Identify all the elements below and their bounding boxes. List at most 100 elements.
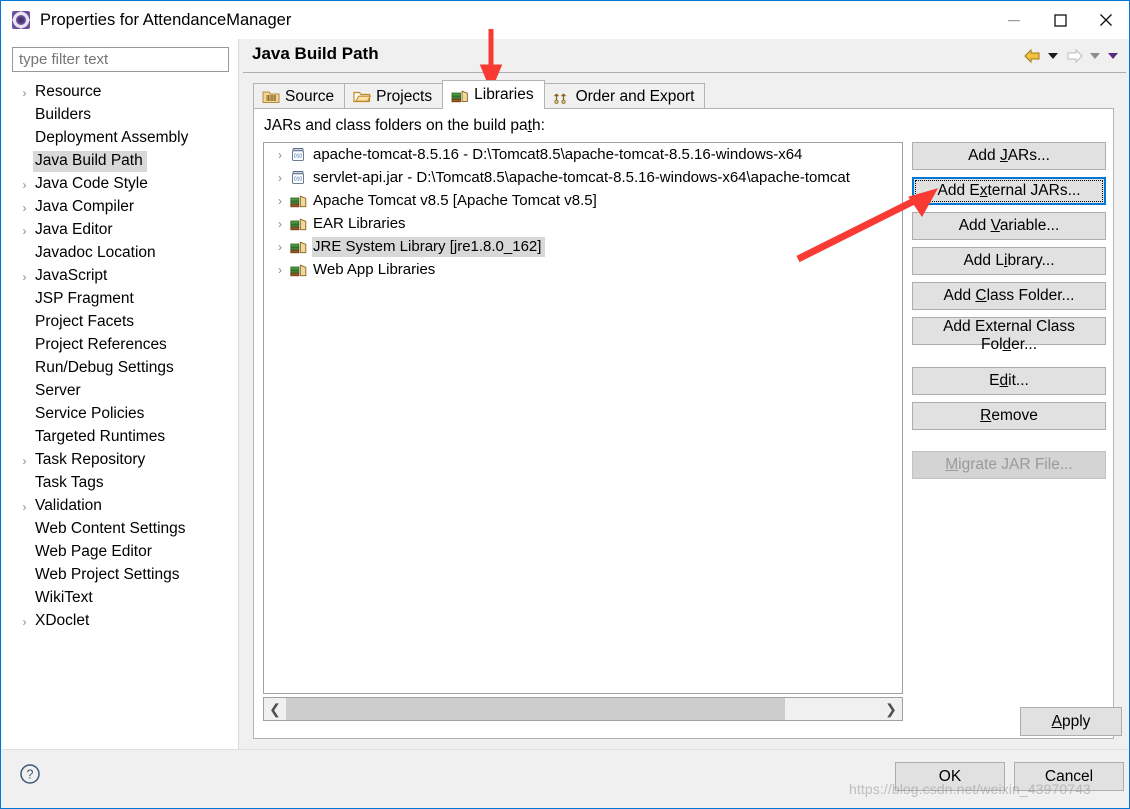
- chevron-right-icon[interactable]: ›: [271, 148, 289, 162]
- sidebar-item-javascript[interactable]: › JavaScript: [2, 265, 239, 288]
- button-mnemonic: M: [945, 456, 959, 473]
- close-button[interactable]: [1083, 1, 1129, 39]
- add-class-folder-button[interactable]: Add Class Folder...: [912, 282, 1106, 310]
- chevron-right-icon[interactable]: ›: [271, 171, 289, 185]
- add-external-jars-button[interactable]: Add External JARs...: [912, 177, 1106, 205]
- sidebar-item-jsp-fragment[interactable]: ›JSP Fragment: [2, 288, 239, 311]
- filter-input[interactable]: [12, 47, 229, 72]
- list-item[interactable]: › 010 apache-tomcat-8.5.16 - D:\Tomcat8.5\…: [264, 143, 902, 166]
- sidebar-item-web-content-settings[interactable]: ›Web Content Settings: [2, 518, 239, 541]
- sidebar-item-java-editor[interactable]: › Java Editor: [2, 219, 239, 242]
- minimize-button[interactable]: [991, 1, 1037, 39]
- library-icon: [289, 216, 307, 232]
- menu-chevron-down-icon[interactable]: [1105, 45, 1121, 67]
- button-label-before: Add: [958, 217, 991, 234]
- chevron-right-icon[interactable]: ›: [271, 217, 289, 231]
- maximize-button[interactable]: [1037, 1, 1083, 39]
- chevron-right-icon[interactable]: ›: [16, 455, 33, 467]
- settings-tree[interactable]: ›Resource›Builders›Deployment Assembly›J…: [2, 81, 239, 747]
- sidebar-item-javadoc-location[interactable]: ›Javadoc Location: [2, 242, 239, 265]
- back-chevron-down-icon[interactable]: [1045, 45, 1061, 67]
- sidebar-item-service-policies[interactable]: ›Service Policies: [2, 403, 239, 426]
- sidebar-item-web-page-editor[interactable]: ›Web Page Editor: [2, 541, 239, 564]
- button-mnemonic: d: [999, 372, 1009, 389]
- sidebar-item-label: WikiText: [35, 589, 93, 606]
- sidebar-item-deployment-assembly[interactable]: ›Deployment Assembly: [2, 127, 239, 150]
- sidebar-item-label: Javadoc Location: [35, 244, 156, 261]
- add-library-button[interactable]: Add Library...: [912, 247, 1106, 275]
- chevron-left-icon[interactable]: ❮: [264, 698, 286, 720]
- sidebar-item-project-facets[interactable]: ›Project Facets: [2, 311, 239, 334]
- chevron-right-icon[interactable]: ❯: [880, 698, 902, 720]
- list-item[interactable]: › 010 servlet-api.jar - D:\Tomcat8.5\apach…: [264, 166, 902, 189]
- sidebar-item-project-references[interactable]: ›Project References: [2, 334, 239, 357]
- back-arrow-icon[interactable]: [1021, 45, 1043, 67]
- tab-source[interactable]: Source: [253, 83, 346, 109]
- sidebar-item-resource[interactable]: › Resource: [2, 81, 239, 104]
- properties-gear-icon: [11, 10, 31, 30]
- forward-chevron-down-icon: [1087, 45, 1103, 67]
- sidebar-item-web-project-settings[interactable]: ›Web Project Settings: [2, 564, 239, 587]
- tab-order-and-export[interactable]: Order and Export: [543, 83, 706, 109]
- button-label-before: Add: [943, 287, 976, 304]
- tab-libraries[interactable]: Libraries: [442, 80, 545, 109]
- list-item[interactable]: › Web App Libraries: [264, 258, 902, 281]
- tab-label: Order and Export: [575, 87, 695, 105]
- button-label-after: it...: [1008, 372, 1029, 389]
- chevron-right-icon[interactable]: ›: [16, 501, 33, 513]
- tab-projects[interactable]: Projects: [344, 83, 444, 109]
- add-variable-button[interactable]: Add Variable...: [912, 212, 1106, 240]
- library-icon: [289, 262, 307, 278]
- sidebar-item-java-code-style[interactable]: › Java Code Style: [2, 173, 239, 196]
- sidebar-item-label: Targeted Runtimes: [35, 428, 166, 445]
- chevron-right-icon[interactable]: ›: [16, 616, 33, 628]
- list-item[interactable]: › EAR Libraries: [264, 212, 902, 235]
- help-question-icon[interactable]: ?: [19, 763, 41, 785]
- sidebar-item-label: JavaScript: [35, 267, 108, 284]
- sidebar-item-xdoclet[interactable]: › XDoclet: [2, 610, 239, 633]
- svg-text:010: 010: [294, 154, 303, 160]
- chevron-right-icon[interactable]: ›: [16, 225, 33, 237]
- chevron-right-icon[interactable]: ›: [16, 202, 33, 214]
- sidebar-item-task-tags[interactable]: ›Task Tags: [2, 472, 239, 495]
- sidebar-item-java-compiler[interactable]: › Java Compiler: [2, 196, 239, 219]
- list-caption-before: JARs and class folders on the build pa: [264, 117, 528, 134]
- sidebar-item-server[interactable]: ›Server: [2, 380, 239, 403]
- sidebar-item-task-repository[interactable]: › Task Repository: [2, 449, 239, 472]
- remove-button[interactable]: Remove: [912, 402, 1106, 430]
- chevron-right-icon[interactable]: ›: [271, 240, 289, 254]
- scrollbar-track[interactable]: [286, 698, 880, 720]
- cancel-button[interactable]: Cancel: [1014, 762, 1124, 791]
- chevron-right-icon[interactable]: ›: [16, 87, 33, 99]
- build-path-entries-list[interactable]: › 010 apache-tomcat-8.5.16 - D:\Tomcat8.5\…: [263, 142, 903, 694]
- button-label-after: ternal JARs...: [987, 182, 1081, 199]
- button-mnemonic: J: [999, 147, 1008, 164]
- horizontal-scrollbar[interactable]: ❮ ❯: [263, 697, 903, 721]
- sidebar-item-run-debug-settings[interactable]: ›Run/Debug Settings: [2, 357, 239, 380]
- chevron-right-icon[interactable]: ›: [16, 179, 33, 191]
- button-label-before: Add L: [963, 252, 1004, 269]
- sidebar-item-label: Deployment Assembly: [35, 129, 189, 146]
- list-item[interactable]: › Apache Tomcat v8.5 [Apache Tomcat v8.5]: [264, 189, 902, 212]
- list-item[interactable]: › JRE System Library [jre1.8.0_162]: [264, 235, 902, 258]
- apply-button[interactable]: Apply: [1020, 707, 1122, 736]
- button-label-after: er...: [1011, 336, 1038, 353]
- tab-bar: Source Projects Libraries Order and Export: [253, 80, 706, 109]
- scrollbar-thumb[interactable]: [286, 698, 785, 720]
- list-item-label: Apache Tomcat v8.5 [Apache Tomcat v8.5]: [313, 191, 597, 209]
- sidebar-item-targeted-runtimes[interactable]: ›Targeted Runtimes: [2, 426, 239, 449]
- sidebar-item-wikitext[interactable]: ›WikiText: [2, 587, 239, 610]
- sidebar-item-validation[interactable]: › Validation: [2, 495, 239, 518]
- svg-text:?: ?: [27, 768, 34, 782]
- sidebar-item-builders[interactable]: ›Builders: [2, 104, 239, 127]
- add-jars-button[interactable]: Add JARs...: [912, 142, 1106, 170]
- chevron-right-icon[interactable]: ›: [271, 194, 289, 208]
- projects-folder-icon: [353, 89, 372, 105]
- add-external-class-folder-button[interactable]: Add External Class Folder...: [912, 317, 1106, 353]
- sidebar-item-java-build-path[interactable]: ›Java Build Path: [2, 150, 239, 173]
- ok-button[interactable]: OK: [895, 762, 1005, 791]
- chevron-right-icon[interactable]: ›: [271, 263, 289, 277]
- edit-button[interactable]: Edit...: [912, 367, 1106, 395]
- chevron-right-icon[interactable]: ›: [16, 271, 33, 283]
- sidebar-item-label: XDoclet: [35, 612, 90, 629]
